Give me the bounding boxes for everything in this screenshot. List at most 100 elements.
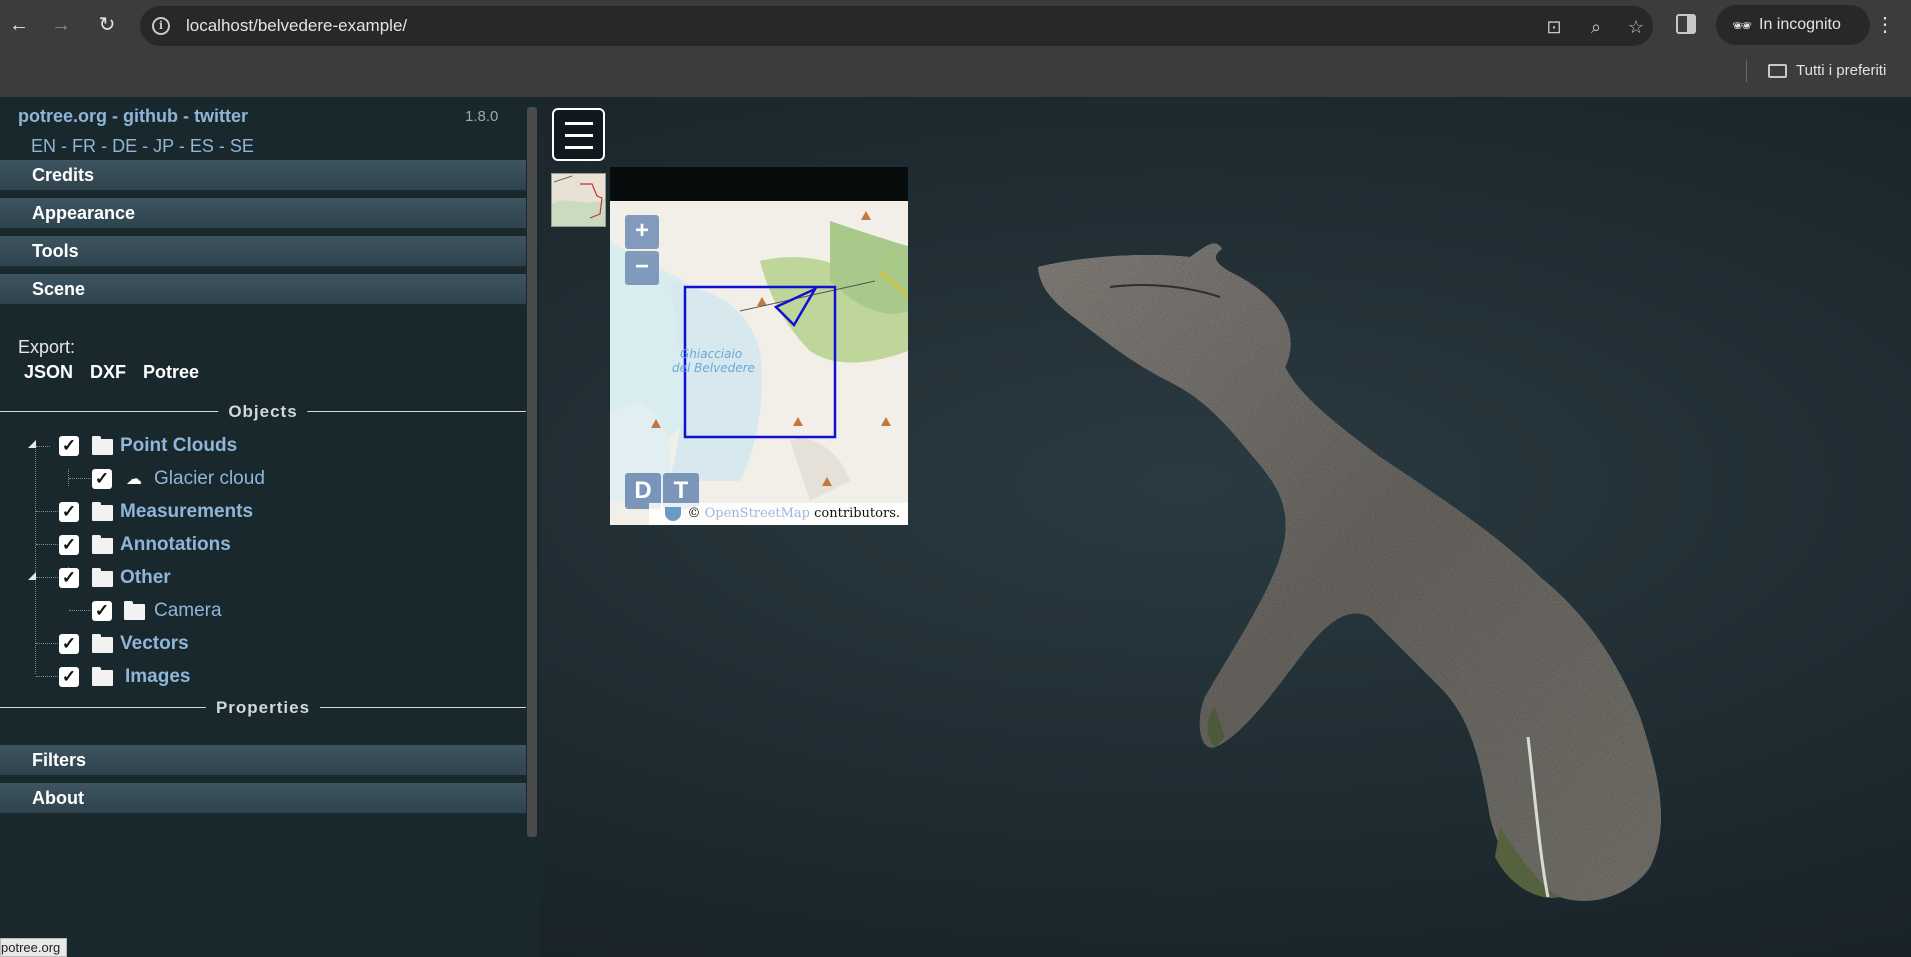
sidebar-scrollbar[interactable] <box>527 107 537 837</box>
tree-connector <box>36 446 50 447</box>
tree-connector <box>69 610 93 611</box>
tree-item-vectors[interactable]: Vectors <box>120 633 189 655</box>
potree-org-link[interactable]: potree.org <box>18 106 107 126</box>
properties-title: Properties <box>205 698 321 718</box>
export-potree-button[interactable]: Potree <box>143 362 199 383</box>
lang-fr[interactable]: FR <box>72 136 96 156</box>
openlayers-logo-icon[interactable] <box>665 507 682 521</box>
folder-icon <box>92 568 113 587</box>
incognito-label: In incognito <box>1759 16 1841 33</box>
expand-toggle-icon[interactable] <box>28 440 36 448</box>
expand-toggle-icon[interactable] <box>28 572 36 580</box>
hamburger-line <box>565 122 593 125</box>
export-dxf-button[interactable]: DXF <box>90 362 126 383</box>
accordion-filters[interactable]: Filters <box>0 745 526 777</box>
accordion-scene[interactable]: Scene <box>0 274 526 306</box>
tree-connector <box>36 643 58 644</box>
twitter-link[interactable]: twitter <box>194 106 248 126</box>
export-label: Export: <box>18 337 76 357</box>
menu-toggle-button[interactable] <box>552 108 605 161</box>
sidebar-menu: potree.org - github - twitter 1.8.0 EN -… <box>0 97 540 957</box>
lang-jp[interactable]: JP <box>153 136 174 156</box>
bookmarks-folder-icon[interactable] <box>1768 64 1787 78</box>
incognito-button[interactable]: 🕶 In incognito <box>1716 5 1870 45</box>
export-json-button[interactable]: JSON <box>24 362 73 383</box>
link-separator: - <box>112 106 119 126</box>
all-bookmarks-link[interactable]: Tutti i preferiti <box>1796 62 1886 79</box>
checkbox-annotations[interactable]: ✓ <box>59 535 79 555</box>
map-label-line2: del Belvedere <box>672 361 755 375</box>
lang-en[interactable]: EN <box>31 136 56 156</box>
accordion-tools[interactable]: Tools <box>0 236 526 268</box>
reload-icon[interactable]: ↻ <box>92 10 122 40</box>
tree-connector <box>69 478 93 479</box>
accordion-credits[interactable]: Credits <box>0 160 526 192</box>
tree-item-images[interactable]: Images <box>125 666 190 688</box>
attribution-suffix: contributors. <box>814 506 900 521</box>
tree-connector <box>36 577 58 578</box>
checkbox-other[interactable]: ✓ <box>59 568 79 588</box>
tree-connector <box>36 676 58 677</box>
map-label-line1: Ghiacciaio <box>680 347 742 361</box>
map-attribution: © OpenStreetMap contributors. <box>649 503 908 525</box>
map-zoom-in-button[interactable]: + <box>625 215 659 249</box>
minimap-header[interactable] <box>610 167 908 201</box>
map-zoom-out-button[interactable]: − <box>625 251 659 285</box>
folder-icon <box>92 502 113 521</box>
tree-item-glacier-cloud[interactable]: Glacier cloud <box>154 468 265 490</box>
lang-separator: - <box>178 136 185 156</box>
tree-item-point-clouds[interactable]: Point Clouds <box>120 435 237 457</box>
incognito-icon: 🕶 <box>1732 18 1753 35</box>
tree-item-annotations[interactable]: Annotations <box>120 534 231 556</box>
header-links: potree.org - github - twitter <box>18 106 248 127</box>
checkbox-glacier-cloud[interactable]: ✓ <box>92 469 112 489</box>
lang-separator: - <box>142 136 149 156</box>
folder-icon <box>92 634 113 653</box>
site-info-icon[interactable]: i <box>152 17 170 35</box>
forward-arrow-icon[interactable]: → <box>46 10 76 40</box>
folder-icon <box>92 436 113 455</box>
properties-section-title: Properties <box>0 698 526 718</box>
github-link[interactable]: github <box>123 106 178 126</box>
status-bar-url: potree.org <box>0 938 68 957</box>
more-menu-icon[interactable]: ⋮ <box>1872 10 1898 40</box>
checkbox-camera[interactable]: ✓ <box>92 601 112 621</box>
hamburger-line <box>565 146 593 149</box>
lang-de[interactable]: DE <box>112 136 137 156</box>
back-arrow-icon[interactable]: ← <box>4 10 34 40</box>
language-selector: EN - FR - DE - JP - ES - SE <box>31 136 254 157</box>
version-label: 1.8.0 <box>465 108 499 125</box>
address-bar[interactable]: i localhost/belvedere-example/ ⊡ ⌕ ☆ <box>140 6 1653 46</box>
lang-separator: - <box>61 136 68 156</box>
accordion-about[interactable]: About <box>0 783 526 815</box>
checkbox-measurements[interactable]: ✓ <box>59 502 79 522</box>
bookmarks-divider <box>1746 60 1747 82</box>
translate-icon[interactable]: ⊡ <box>1542 15 1566 39</box>
potree-viewer[interactable]: potree.org - github - twitter 1.8.0 EN -… <box>0 97 1911 957</box>
folder-icon <box>92 535 113 554</box>
lang-es[interactable]: ES <box>190 136 214 156</box>
browser-chrome: ← → ↻ i localhost/belvedere-example/ ⊡ ⌕… <box>0 0 1911 97</box>
minimap-thumbnail-graphic <box>552 174 605 226</box>
lang-se[interactable]: SE <box>230 136 254 156</box>
tree-connector <box>35 442 36 674</box>
glacier-point-cloud[interactable] <box>1038 243 1661 901</box>
zoom-icon[interactable]: ⌕ <box>1584 15 1608 39</box>
tree-connector <box>36 544 58 545</box>
side-panel-icon[interactable] <box>1676 14 1696 34</box>
accordion-appearance[interactable]: Appearance <box>0 198 526 230</box>
bookmark-star-icon[interactable]: ☆ <box>1624 15 1648 39</box>
minimap-thumbnail[interactable] <box>551 173 606 227</box>
minimap[interactable]: Ghiacciaio del Belvedere + − D T © OpenS… <box>610 201 908 525</box>
checkbox-point-clouds[interactable]: ✓ <box>59 436 79 456</box>
checkbox-vectors[interactable]: ✓ <box>59 634 79 654</box>
cloud-icon: ☁ <box>126 471 142 488</box>
objects-title: Objects <box>218 402 308 422</box>
openstreetmap-link[interactable]: OpenStreetMap <box>705 506 810 521</box>
tree-item-measurements[interactable]: Measurements <box>120 501 253 523</box>
url-text[interactable]: localhost/belvedere-example/ <box>186 16 407 36</box>
checkbox-images[interactable]: ✓ <box>59 667 79 687</box>
hamburger-line <box>565 134 593 137</box>
tree-item-camera[interactable]: Camera <box>154 600 222 622</box>
tree-item-other[interactable]: Other <box>120 567 171 589</box>
